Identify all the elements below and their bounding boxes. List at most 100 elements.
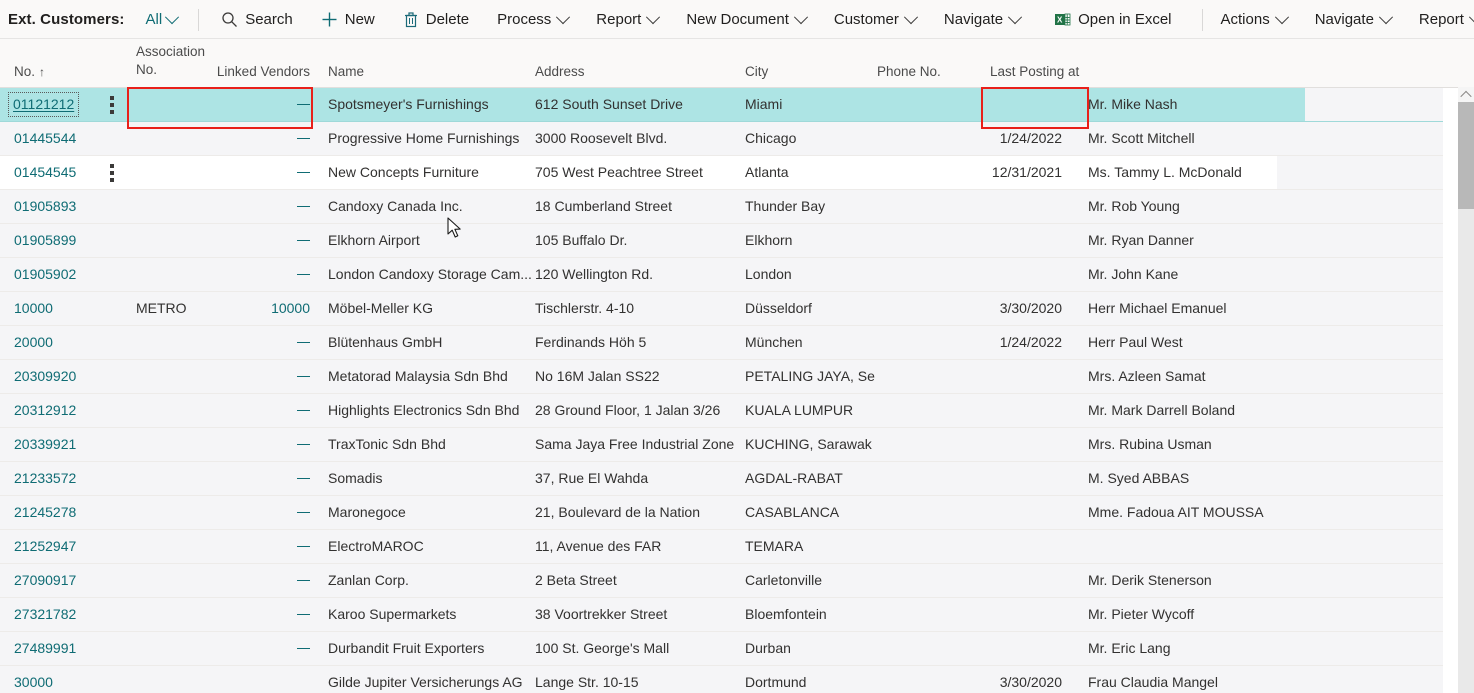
cell-address[interactable]: Ferdinands Höh 5 (535, 326, 743, 359)
cell-city[interactable]: PETALING JAYA, Se... (745, 360, 875, 393)
scroll-up-button[interactable] (1458, 87, 1474, 102)
cell-linked-vendors[interactable] (130, 564, 310, 597)
table-row[interactable]: 20309920Metatorad Malaysia Sdn BhdNo 16M… (0, 360, 1443, 394)
cell-no[interactable]: 01454545 (14, 156, 124, 189)
cell-last-posting-at[interactable] (940, 224, 1062, 257)
cell-no[interactable]: 01905899 (14, 224, 124, 257)
cell-address[interactable]: No 16M Jalan SS22 (535, 360, 743, 393)
table-row[interactable]: 01445544Progressive Home Furnishings3000… (0, 122, 1443, 156)
cell-city[interactable]: CASABLANCA (745, 496, 875, 529)
table-row[interactable]: 27321782 Karoo Supermarkets38 Voortrekker… (0, 598, 1443, 632)
cell-last-posting-at[interactable]: 12/31/2021 (940, 156, 1062, 189)
cell-address[interactable]: 38 Voortrekker Street (535, 598, 743, 631)
cell-no[interactable]: 21252947 (14, 530, 124, 563)
cell-linked-vendors[interactable] (130, 224, 310, 257)
navigate-menu-2[interactable]: Navigate (1307, 8, 1399, 31)
linked-vendors-dash-link[interactable] (297, 274, 310, 276)
report-menu[interactable]: Report (588, 8, 666, 31)
linked-vendors-dash-link[interactable] (297, 478, 310, 480)
cell-linked-vendors[interactable] (130, 496, 310, 529)
cell-linked-vendors[interactable] (130, 632, 310, 665)
cell-name[interactable]: Candoxy Canada Inc. (328, 190, 533, 223)
linked-vendors-dash-link[interactable] (297, 104, 310, 106)
new-document-menu[interactable]: New Document (678, 8, 814, 31)
cell-address[interactable]: 28 Ground Floor, 1 Jalan 3/26 (535, 394, 743, 427)
cell-city[interactable]: AGDAL-RABAT (745, 462, 875, 495)
cell-linked-vendors[interactable] (130, 360, 310, 393)
cell-city[interactable]: Bloemfontein (745, 598, 875, 631)
cell-last-posting-at[interactable]: 3/30/2020 (940, 666, 1062, 693)
cell-address[interactable]: 705 West Peachtree Street (535, 156, 743, 189)
cell-contact-name[interactable]: Mr. Ryan Danner (1088, 224, 1348, 257)
table-row[interactable]: 30000Gilde Jupiter Versicherungs AGLange… (0, 666, 1443, 693)
cell-last-posting-at[interactable] (940, 632, 1062, 665)
cell-no[interactable]: 10000 (14, 292, 124, 325)
cell-contact-name[interactable] (1088, 530, 1348, 563)
cell-last-posting-at[interactable] (940, 360, 1062, 393)
cell-linked-vendors[interactable] (130, 258, 310, 291)
linked-vendors-dash-link[interactable] (297, 580, 310, 582)
cell-address[interactable]: 105 Buffalo Dr. (535, 224, 743, 257)
cell-contact-name[interactable]: Herr Paul West (1088, 326, 1348, 359)
cell-last-posting-at[interactable]: 3/30/2020 (940, 292, 1062, 325)
cell-contact-name[interactable]: Mr. Derik Stenerson (1088, 564, 1348, 597)
cell-contact-name[interactable]: Frau Claudia Mangel (1088, 666, 1348, 693)
row-options-icon[interactable] (110, 96, 114, 114)
cell-no[interactable]: 30000 (14, 666, 124, 693)
linked-vendors-dash-link[interactable] (297, 240, 310, 242)
cell-address[interactable]: Tischlerstr. 4-10 (535, 292, 743, 325)
cell-linked-vendors[interactable] (130, 156, 310, 189)
cell-no[interactable]: 20312912 (14, 394, 124, 427)
table-row[interactable]: 27090917Zanlan Corp.2 Beta StreetCarleto… (0, 564, 1443, 598)
cell-name[interactable]: Maronegoce (328, 496, 533, 529)
cell-last-posting-at[interactable] (940, 190, 1062, 223)
cell-city[interactable]: KUCHING, Sarawak (745, 428, 875, 461)
cell-city[interactable]: Chicago (745, 122, 875, 155)
cell-last-posting-at[interactable] (940, 88, 1062, 121)
cell-no[interactable]: 27321782 (14, 598, 124, 631)
cell-contact-name[interactable]: M. Syed ABBAS (1088, 462, 1348, 495)
cell-linked-vendors[interactable] (130, 530, 310, 563)
column-header-no[interactable]: No.↑ (14, 64, 45, 79)
cell-linked-vendors[interactable] (130, 394, 310, 427)
cell-no[interactable]: 27489991 (14, 632, 124, 665)
filter-all-dropdown[interactable]: All (139, 8, 185, 31)
cell-contact-name[interactable]: Mr. Mark Darrell Boland (1088, 394, 1348, 427)
cell-name[interactable]: Karoo Supermarkets (328, 598, 533, 631)
cell-contact-name[interactable]: Mr. Eric Lang (1088, 632, 1348, 665)
cell-city[interactable]: Carletonville (745, 564, 875, 597)
cell-no[interactable]: 27090917 (14, 564, 124, 597)
cell-last-posting-at[interactable] (940, 462, 1062, 495)
cell-contact-name[interactable]: Mrs. Rubina Usman (1088, 428, 1348, 461)
cell-no[interactable]: 01905893 (14, 190, 124, 223)
cell-no[interactable]: 01445544 (14, 122, 124, 155)
cell-address[interactable]: 11, Avenue des FAR (535, 530, 743, 563)
cell-city[interactable]: Thunder Bay (745, 190, 875, 223)
cell-name[interactable]: Elkhorn Airport (328, 224, 533, 257)
cell-linked-vendors[interactable] (130, 88, 310, 121)
cell-no[interactable]: 21245278 (14, 496, 124, 529)
cell-city[interactable]: München (745, 326, 875, 359)
cell-no[interactable]: 20339921 (14, 428, 124, 461)
column-header-last-posting-at[interactable]: Last Posting at (990, 64, 1079, 79)
cell-last-posting-at[interactable] (940, 394, 1062, 427)
cell-city[interactable]: Dortmund (745, 666, 875, 693)
cell-last-posting-at[interactable] (940, 428, 1062, 461)
linked-vendors-dash-link[interactable] (297, 648, 310, 650)
cell-address[interactable]: 37, Rue El Wahda (535, 462, 743, 495)
cell-contact-name[interactable]: Mme. Fadoua AIT MOUSSA (1088, 496, 1348, 529)
cell-address[interactable]: Lange Str. 10-15 (535, 666, 743, 693)
column-header-phone-no[interactable]: Phone No. (877, 64, 941, 79)
cell-name[interactable]: Blütenhaus GmbH (328, 326, 533, 359)
linked-vendors-dash-link[interactable] (297, 206, 310, 208)
linked-vendors-dash-link[interactable] (297, 172, 310, 174)
linked-vendors-dash-link[interactable] (297, 546, 310, 548)
cell-address[interactable]: 100 St. George's Mall (535, 632, 743, 665)
cell-linked-vendors[interactable] (130, 598, 310, 631)
cell-city[interactable]: Düsseldorf (745, 292, 875, 325)
linked-vendors-dash-link[interactable] (297, 342, 310, 344)
cell-name[interactable]: Progressive Home Furnishings (328, 122, 533, 155)
cell-name[interactable]: Zanlan Corp. (328, 564, 533, 597)
table-row[interactable]: 21245278Maronegoce21, Boulevard de la Na… (0, 496, 1443, 530)
column-header-name[interactable]: Name (328, 64, 364, 79)
